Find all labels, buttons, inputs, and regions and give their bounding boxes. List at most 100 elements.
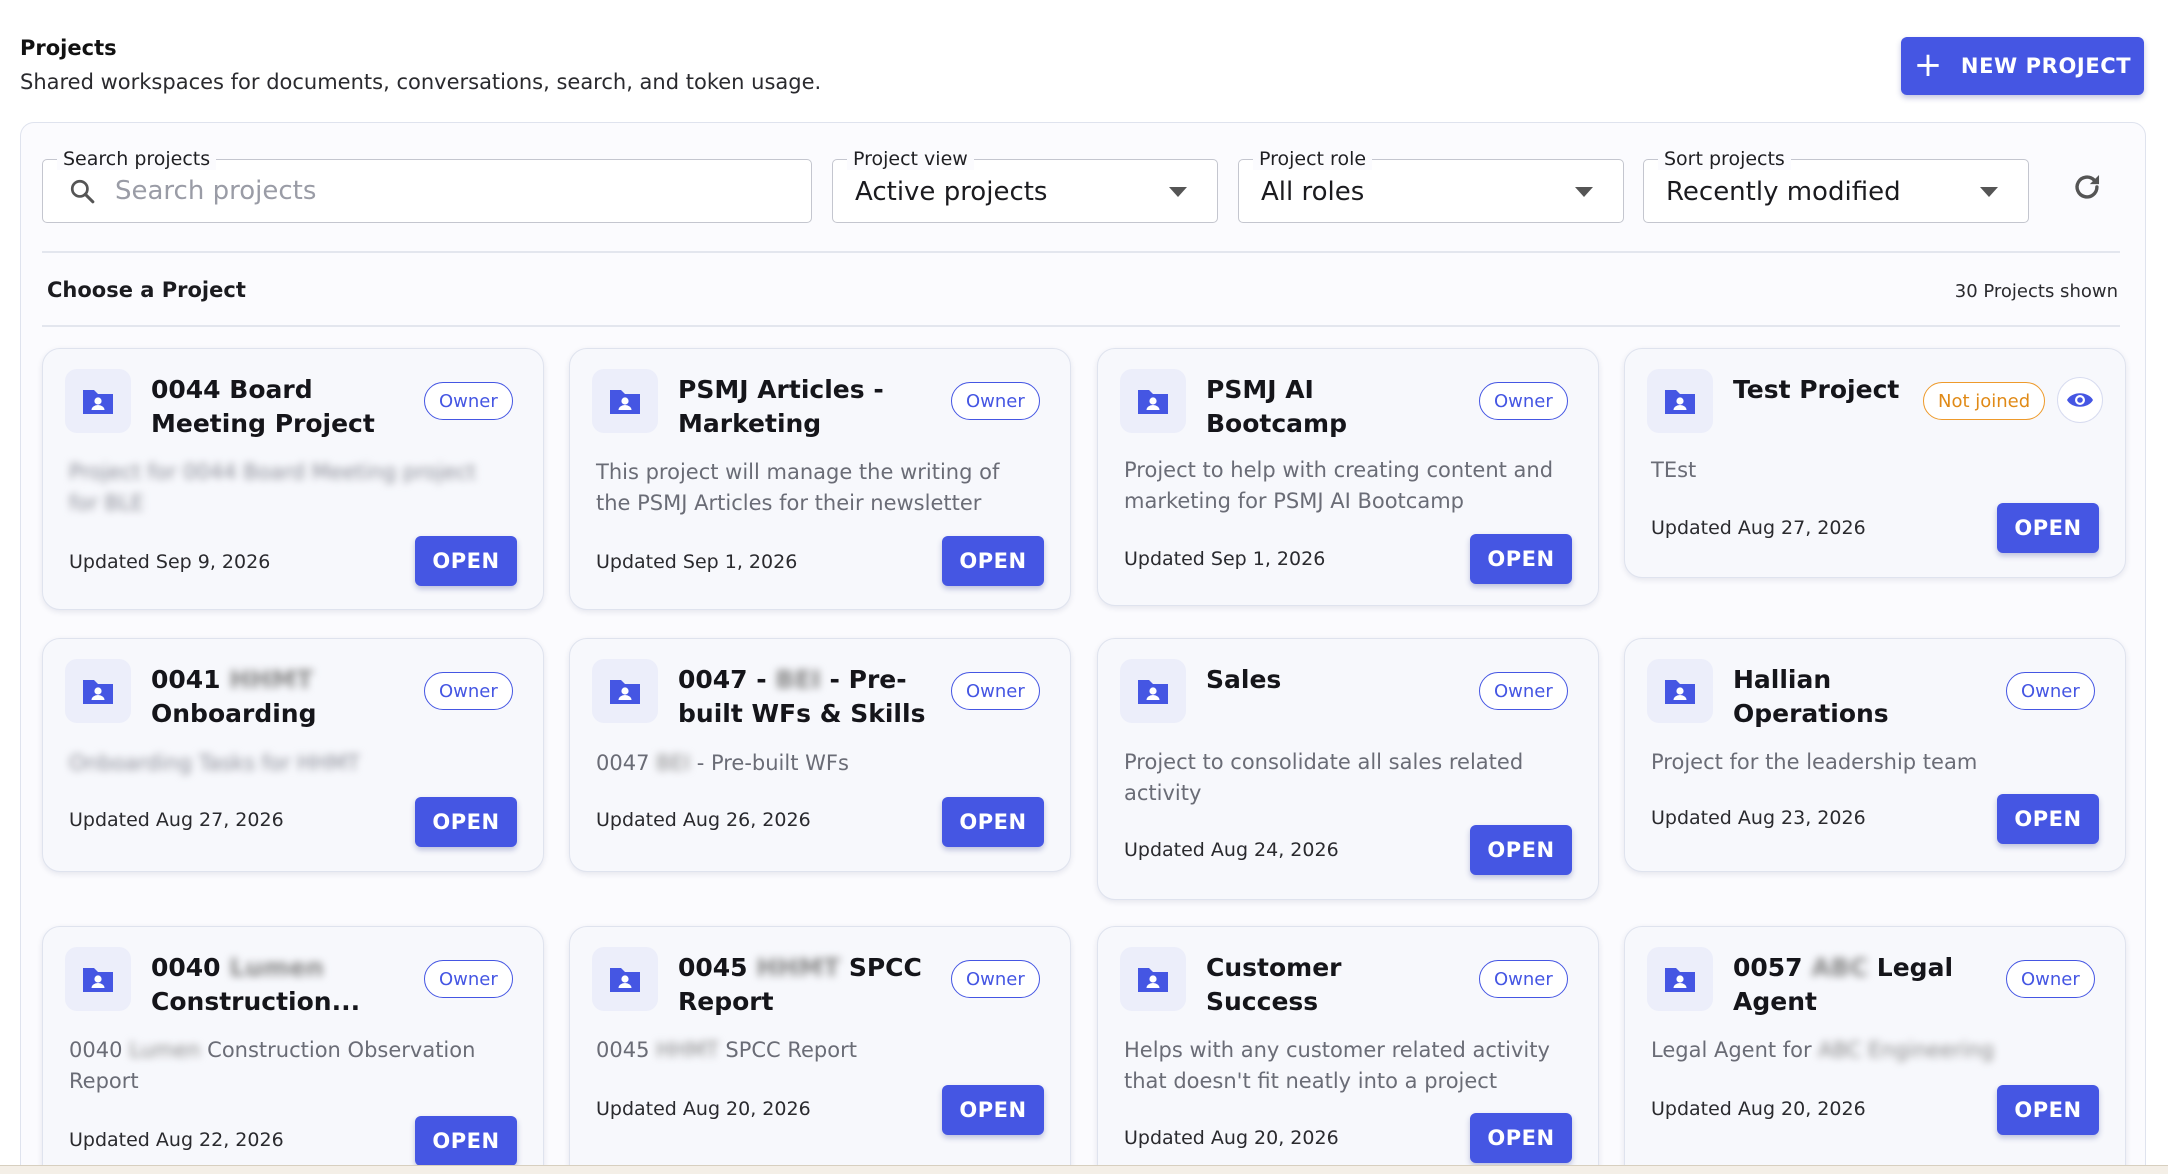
open-button[interactable]: OPEN — [1997, 503, 2099, 553]
folder-person-icon — [1120, 659, 1186, 723]
title-redacted: BEI — [775, 665, 821, 694]
open-button[interactable]: OPEN — [1997, 1085, 2099, 1135]
project-title: Customer Success — [1206, 953, 1342, 1016]
description-text: 0045 — [596, 1038, 650, 1062]
project-card[interactable]: 0047 - BEI - Pre-built WFs & Skills Owne… — [569, 638, 1071, 872]
updated-date: Updated Sep 1, 2026 — [1124, 548, 1326, 570]
role-badge: Owner — [424, 382, 513, 420]
divider — [42, 251, 2120, 253]
plus-icon: + — [1913, 44, 1943, 85]
open-button[interactable]: OPEN — [942, 797, 1044, 847]
project-card[interactable]: 0040 Lumen Construction... Owner 0040 Lu… — [42, 926, 544, 1174]
project-description: 0047 BEI - Pre-built WFs — [596, 748, 1036, 779]
description-redacted: Lumen — [129, 1038, 201, 1062]
folder-person-icon — [592, 947, 658, 1011]
project-description: Legal Agent for ABC Engineering — [1651, 1035, 2091, 1066]
new-project-button[interactable]: + NEW PROJECT — [1901, 37, 2144, 95]
title-text: Onboarding — [151, 699, 317, 728]
section-title: Choose a Project — [47, 278, 246, 302]
project-title: Hallian Operations — [1733, 665, 1889, 728]
page-title: Projects — [20, 36, 117, 60]
search-icon — [70, 179, 95, 204]
project-view-select[interactable]: Project view Active projects — [832, 148, 1218, 223]
project-description: Project for 0044 Board Meeting project f… — [69, 460, 476, 515]
open-button[interactable]: OPEN — [942, 536, 1044, 586]
title-text: Construction... — [151, 987, 361, 1016]
title-redacted: HHMT — [229, 665, 314, 694]
description-redacted: HHMT — [656, 1038, 719, 1062]
open-button[interactable]: OPEN — [415, 797, 517, 847]
project-card[interactable]: PSMJ Articles - Marketing Owner This pro… — [569, 348, 1071, 610]
role-badge: Owner — [951, 382, 1040, 420]
project-card[interactable]: Customer Success Owner Helps with any cu… — [1097, 926, 1599, 1174]
title-text: 0057 — [1733, 953, 1803, 982]
project-card[interactable]: 0041 HHMT Onboarding Owner Onboarding Ta… — [42, 638, 544, 872]
open-button[interactable]: OPEN — [1470, 534, 1572, 584]
description-text: Legal Agent for — [1651, 1038, 1812, 1062]
role-badge: Owner — [2006, 672, 2095, 710]
project-role-label: Project role — [1253, 148, 1373, 170]
sort-projects-value: Recently modified — [1666, 177, 1901, 207]
project-role-select[interactable]: Project role All roles — [1238, 148, 1624, 223]
description-text: - Pre-built WFs — [696, 751, 849, 775]
refresh-icon[interactable] — [2070, 170, 2104, 204]
folder-person-icon — [1647, 659, 1713, 723]
open-button[interactable]: OPEN — [1470, 1113, 1572, 1163]
folder-person-icon — [1120, 369, 1186, 433]
open-button[interactable]: OPEN — [942, 1085, 1044, 1135]
page-subtitle: Shared workspaces for documents, convers… — [20, 70, 822, 94]
updated-date: Updated Aug 20, 2026 — [596, 1098, 811, 1120]
eye-icon[interactable] — [2057, 377, 2103, 423]
title-text: 0041 — [151, 665, 221, 694]
project-title: PSMJ AI Bootcamp — [1206, 375, 1347, 438]
open-button[interactable]: OPEN — [1470, 825, 1572, 875]
title-redacted: HHMT — [756, 953, 841, 982]
project-card[interactable]: Test Project Not joined TEst Updated Aug… — [1624, 348, 2126, 578]
project-title: 0040 Lumen Construction... — [151, 951, 401, 1019]
search-field[interactable]: Search projects — [42, 148, 812, 223]
sort-projects-select[interactable]: Sort projects Recently modified — [1643, 148, 2029, 223]
project-description: Helps with any customer related activity… — [1124, 1038, 1550, 1093]
project-title: 0047 - BEI - Pre-built WFs & Skills — [678, 663, 928, 731]
open-button[interactable]: OPEN — [1997, 794, 2099, 844]
project-title: 0044 Board Meeting Project — [151, 375, 375, 438]
folder-person-icon — [1647, 369, 1713, 433]
folder-person-icon — [65, 659, 131, 723]
role-badge: Owner — [424, 672, 513, 710]
project-card[interactable]: Sales Owner Project to consolidate all s… — [1097, 638, 1599, 900]
sort-projects-label: Sort projects — [1658, 148, 1791, 170]
divider — [42, 325, 2120, 327]
title-text: 0047 - — [678, 665, 767, 694]
project-card[interactable]: 0045 HHMT SPCC Report Owner 0045 HHMT SP… — [569, 926, 1071, 1174]
project-description: Project for the leadership team — [1651, 750, 1978, 774]
title-text: 0040 — [151, 953, 221, 982]
project-description: 0045 HHMT SPCC Report — [596, 1035, 1036, 1066]
description-redacted: BEI — [656, 751, 691, 775]
folder-person-icon — [1647, 947, 1713, 1011]
project-description: Project to consolidate all sales related… — [1124, 750, 1524, 805]
project-card[interactable]: 0057 ABC Legal Agent Owner Legal Agent f… — [1624, 926, 2126, 1174]
projects-count: 30 Projects shown — [1954, 281, 2118, 302]
open-button[interactable]: OPEN — [415, 536, 517, 586]
caret-down-icon — [1575, 187, 1593, 197]
project-card[interactable]: 0044 Board Meeting Project Owner Project… — [42, 348, 544, 610]
project-title: Sales — [1206, 665, 1282, 694]
project-card[interactable]: PSMJ AI Bootcamp Owner Project to help w… — [1097, 348, 1599, 606]
updated-date: Updated Aug 23, 2026 — [1651, 807, 1866, 829]
new-project-label: NEW PROJECT — [1960, 54, 2132, 78]
search-input[interactable] — [115, 176, 715, 206]
role-badge: Owner — [1479, 672, 1568, 710]
project-title: 0041 HHMT Onboarding — [151, 663, 401, 731]
open-button[interactable]: OPEN — [415, 1116, 517, 1166]
project-description: Project to help with creating content an… — [1124, 458, 1554, 513]
project-title: PSMJ Articles - Marketing — [678, 375, 884, 438]
role-badge: Owner — [424, 960, 513, 998]
project-card[interactable]: Hallian Operations Owner Project for the… — [1624, 638, 2126, 872]
updated-date: Updated Sep 9, 2026 — [69, 551, 271, 573]
title-redacted: Lumen — [229, 953, 324, 982]
folder-person-icon — [592, 659, 658, 723]
updated-date: Updated Aug 27, 2026 — [1651, 517, 1866, 539]
role-badge: Owner — [1479, 960, 1568, 998]
folder-person-icon — [65, 369, 131, 433]
project-description: 0040 Lumen Construction Observation Repo… — [69, 1035, 509, 1097]
